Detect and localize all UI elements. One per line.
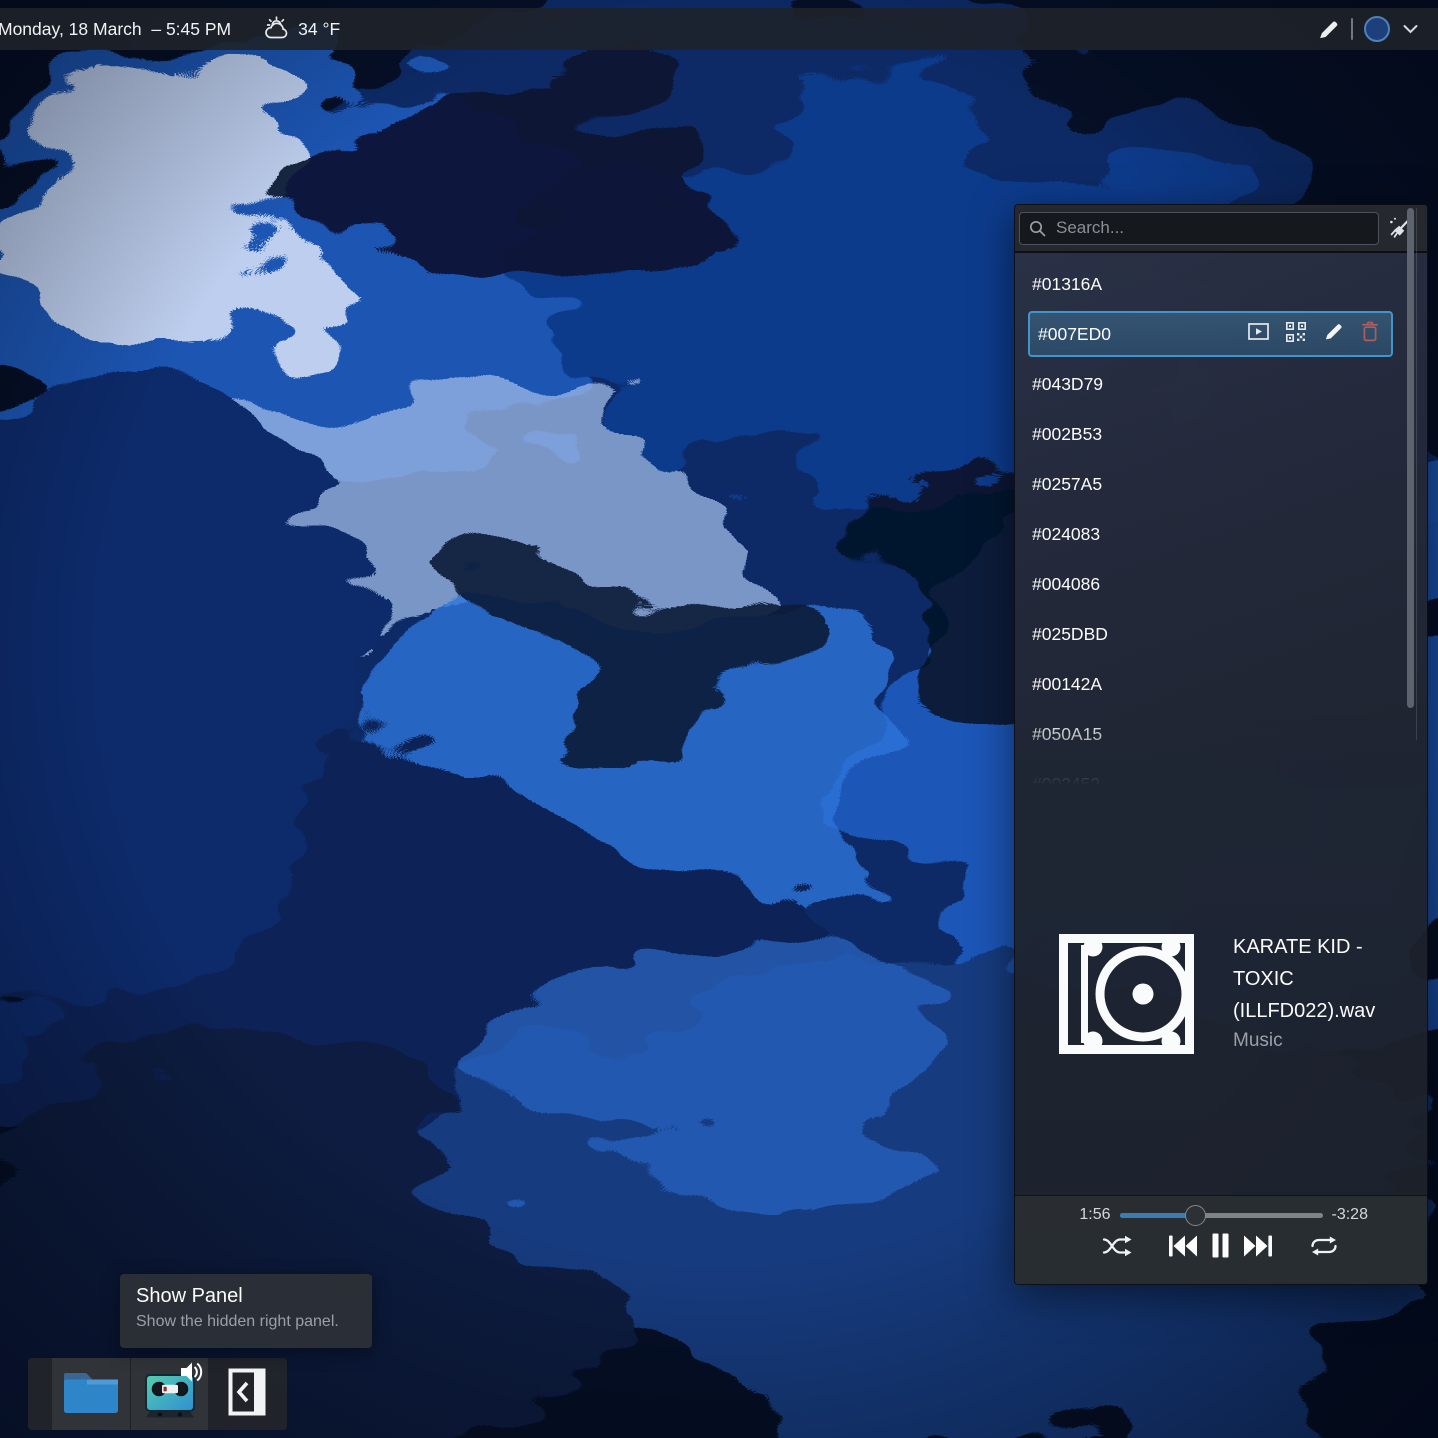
- separator: [1351, 18, 1353, 40]
- previous-button[interactable]: [1168, 1234, 1198, 1258]
- clipboard-item-text: #024083: [1032, 524, 1100, 545]
- seek-slider[interactable]: [1120, 1213, 1323, 1218]
- desktop: { "top_bar": { "clock": "Monday, 18 Marc…: [0, 0, 1438, 1438]
- seek-slider-handle[interactable]: [1185, 1205, 1206, 1226]
- blue-folder-icon: [62, 1369, 120, 1420]
- sun-behind-cloud-icon: [263, 16, 291, 42]
- shuffle-button[interactable]: [1102, 1234, 1133, 1258]
- media-disc-icon: [1059, 934, 1194, 1054]
- taskbar-item-file-manager[interactable]: [52, 1358, 130, 1430]
- pause-button[interactable]: [1212, 1233, 1229, 1258]
- clipboard-item[interactable]: #002B53: [1015, 409, 1427, 459]
- clipboard-item-text: #01316A: [1032, 274, 1102, 295]
- tooltip-title: Show Panel: [136, 1285, 356, 1308]
- clipboard-item-text: #00142A: [1032, 674, 1102, 695]
- weather-widget[interactable]: 34 °F: [263, 16, 340, 42]
- delete-trash-icon[interactable]: [1361, 321, 1379, 347]
- repeat-button[interactable]: [1308, 1235, 1340, 1257]
- clipboard-item-text: #050A15: [1032, 724, 1102, 745]
- clipboard-item[interactable]: #043D79: [1015, 359, 1427, 409]
- remaining-time: -3:28: [1332, 1206, 1388, 1224]
- qr-code-icon[interactable]: [1286, 322, 1306, 347]
- top-panel-right-icons: [1317, 16, 1438, 42]
- chevron-down-icon[interactable]: [1401, 20, 1420, 38]
- edit-pencil-icon[interactable]: [1323, 321, 1344, 347]
- clipboard-item-text: #007ED0: [1038, 324, 1111, 345]
- clipboard-item-text: #002B53: [1032, 424, 1102, 445]
- taskbar-item-audio-player[interactable]: [130, 1358, 208, 1430]
- clipboard-item[interactable]: #01316A: [1015, 259, 1427, 309]
- tooltip-subtitle: Show the hidden right panel.: [136, 1313, 356, 1331]
- taskbar: [28, 1358, 287, 1430]
- clipboard-item[interactable]: #004086: [1015, 559, 1427, 609]
- scrollbar-thumb[interactable]: [1407, 208, 1414, 708]
- scrollbar-track: [1416, 208, 1417, 740]
- next-button[interactable]: [1243, 1234, 1273, 1258]
- media-controls: 1:56 -3:28: [1015, 1195, 1427, 1284]
- clipboard-item[interactable]: #007ED0: [1028, 311, 1393, 357]
- clipboard-item[interactable]: #00142A: [1015, 659, 1427, 709]
- clipboard-item[interactable]: #025DBD: [1015, 609, 1427, 659]
- clipboard-item-text: #002452: [1032, 774, 1100, 795]
- speaker-icon: [180, 1360, 204, 1389]
- temperature-text: 34 °F: [298, 19, 340, 40]
- clock-date-text[interactable]: Monday, 18 March – 5:45 PM: [0, 19, 231, 40]
- clipboard-item-text: #0257A5: [1032, 474, 1102, 495]
- clipboard-item-text: #025DBD: [1032, 624, 1108, 645]
- clipboard-item-text: #043D79: [1032, 374, 1103, 395]
- taskbar-item-show-panel[interactable]: [208, 1358, 286, 1430]
- search-input[interactable]: [1019, 212, 1379, 245]
- media-subtitle: Music: [1233, 1030, 1419, 1052]
- pencil-icon[interactable]: [1317, 18, 1340, 41]
- clipboard-item[interactable]: #0257A5: [1015, 459, 1427, 509]
- elapsed-time: 1:56: [1055, 1206, 1111, 1224]
- clipboard-item[interactable]: #050A15: [1015, 709, 1427, 759]
- show-panel-icon: [228, 1368, 266, 1421]
- clipboard-item[interactable]: #024083: [1015, 509, 1427, 559]
- clear-history-broom-icon[interactable]: [1379, 208, 1421, 248]
- media-metadata: KARATE KID - TOXIC (ILLFD022).wav Music: [1233, 931, 1419, 1052]
- clipboard-item[interactable]: #002452: [1015, 759, 1427, 809]
- clipboard-item-actions: [1248, 321, 1379, 347]
- media-title: KARATE KID - TOXIC (ILLFD022).wav: [1233, 931, 1419, 1027]
- clipboard-item-text: #004086: [1032, 574, 1100, 595]
- clipboard-header: [1015, 205, 1427, 253]
- top-panel: Monday, 18 March – 5:45 PM 34 °F: [0, 8, 1438, 50]
- clipboard-panel: #01316A #007ED0: [1014, 204, 1428, 1285]
- clipboard-list: #01316A #007ED0: [1015, 253, 1427, 791]
- cassette-icon: [144, 1370, 196, 1418]
- show-panel-tooltip: Show Panel Show the hidden right panel.: [120, 1274, 372, 1348]
- invoke-action-icon[interactable]: [1248, 323, 1269, 345]
- blue-circle-icon[interactable]: [1364, 16, 1390, 42]
